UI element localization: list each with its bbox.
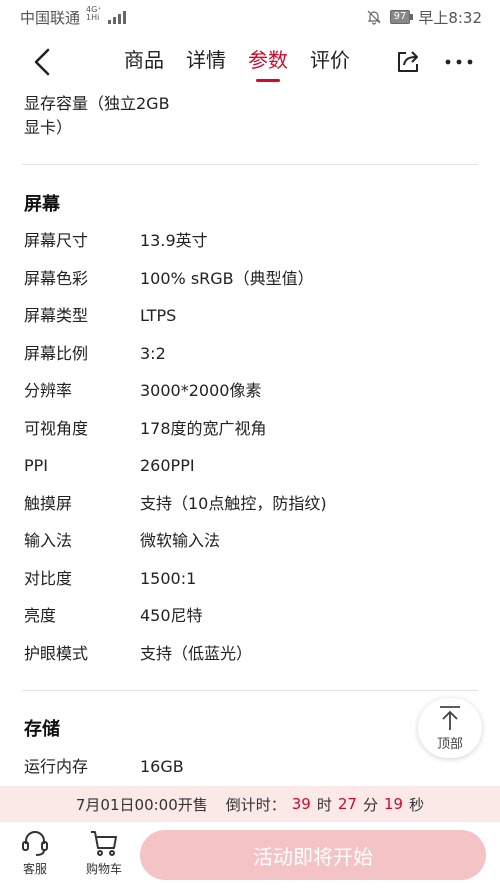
- spec-value: 16GB: [140, 757, 184, 776]
- spec-row: 屏幕色彩 100% sRGB（典型值）: [24, 267, 314, 291]
- spec-row: 亮度 450尼特: [24, 604, 203, 628]
- clock: 早上8:32: [418, 8, 482, 27]
- customer-service-button[interactable]: 客服: [7, 828, 63, 877]
- prev-spec-value: 显存容量（独立2GB 显卡）: [24, 92, 194, 140]
- tab-reviews[interactable]: 评价: [310, 46, 350, 82]
- sale-start-text: 7月01日00:00开售: [75, 795, 208, 814]
- buy-button[interactable]: 活动即将开始: [140, 830, 486, 880]
- spec-row: 运行内存 16GB: [24, 755, 184, 779]
- spec-label: 输入法: [24, 531, 73, 550]
- spec-value: 微软输入法: [140, 531, 221, 550]
- spec-value: 100% sRGB（典型值）: [140, 269, 314, 288]
- countdown-seconds: 19: [383, 795, 404, 813]
- spec-label: 运行内存: [24, 757, 89, 776]
- share-icon[interactable]: [394, 48, 422, 76]
- status-right: 97 早上8:32: [366, 7, 482, 28]
- status-bar: 中国联通 4G⁺ 1Hi 97 早上8:32: [0, 0, 500, 34]
- spec-value: 1500:1: [140, 569, 197, 588]
- divider: [22, 690, 478, 691]
- countdown-minutes-unit: 分: [362, 795, 378, 814]
- countdown-seconds-unit: 秒: [409, 795, 425, 814]
- spec-row: 可视角度 178度的宽广视角: [24, 417, 267, 441]
- spec-row: 屏幕比例 3:2: [24, 342, 166, 366]
- customer-service-label: 客服: [22, 862, 47, 876]
- cart-label: 购物车: [85, 862, 122, 876]
- signal-icon: [107, 10, 126, 24]
- spec-value: 支持（低蓝光）: [140, 644, 253, 663]
- spec-row: 分辨率 3000*2000像素: [24, 379, 261, 403]
- spec-label: 屏幕色彩: [24, 269, 89, 288]
- cart-icon: [91, 831, 117, 856]
- spec-label: PPI: [24, 456, 49, 475]
- cart-button[interactable]: 购物车: [76, 828, 132, 877]
- spec-value: LTPS: [140, 306, 177, 325]
- spec-label: 屏幕尺寸: [24, 231, 89, 250]
- prev-spec-line: 显存容量（独立2GB: [24, 94, 170, 113]
- countdown-hours: 39: [291, 795, 311, 813]
- countdown-hours-unit: 时: [316, 795, 332, 814]
- battery-level: 97: [393, 11, 407, 22]
- spec-label: 屏幕类型: [24, 306, 89, 325]
- prev-spec-line: 显卡）: [24, 118, 73, 137]
- battery-icon: 97: [389, 10, 414, 24]
- spec-label: 屏幕比例: [24, 344, 89, 363]
- spec-row: 触摸屏 支持（10点触控，防指纹): [24, 492, 327, 516]
- divider: [22, 164, 478, 165]
- network-badge: 4G⁺ 1Hi: [86, 6, 102, 22]
- spec-value: 支持（10点触控，防指纹): [140, 494, 327, 513]
- spec-label: 可视角度: [24, 419, 89, 438]
- spec-value: 450尼特: [140, 606, 203, 625]
- nav-header: 商品 详情 参数 评价: [0, 34, 500, 90]
- carrier-label: 中国联通: [20, 8, 81, 27]
- spec-row: PPI 260PPI: [24, 454, 195, 478]
- tab-specs[interactable]: 参数: [248, 46, 288, 82]
- spec-value: 3000*2000像素: [140, 381, 262, 400]
- headset-icon: [22, 831, 48, 856]
- back-to-top-label: 顶部: [436, 736, 463, 752]
- spec-label: 触摸屏: [24, 494, 73, 513]
- bottom-action-bar: 客服 购物车 活动即将开始: [0, 822, 500, 888]
- arrow-up-icon: [440, 705, 460, 730]
- spec-row: 输入法 微软输入法: [24, 529, 220, 553]
- spec-label: 亮度: [24, 606, 57, 625]
- spec-value: 260PPI: [140, 456, 195, 475]
- spec-value: 178度的宽广视角: [140, 419, 267, 438]
- spec-row: 护眼模式 支持（低蓝光）: [24, 642, 252, 666]
- countdown-minutes: 27: [337, 795, 357, 813]
- spec-row: 屏幕类型 LTPS: [24, 304, 176, 328]
- spec-label: 对比度: [24, 569, 73, 588]
- bell-off-icon: [367, 10, 381, 25]
- spec-label: 护眼模式: [24, 644, 89, 663]
- spec-row: 屏幕尺寸 13.9英寸: [24, 229, 208, 253]
- tab-product[interactable]: 商品: [124, 46, 164, 82]
- spec-value: 3:2: [140, 344, 166, 363]
- spec-value: 13.9英寸: [140, 231, 208, 250]
- more-icon[interactable]: [442, 48, 476, 76]
- section-title-storage: 存储: [24, 719, 60, 740]
- spec-label: 分辨率: [24, 381, 73, 400]
- tab-details[interactable]: 详情: [186, 46, 226, 82]
- network-sub: 1Hi: [86, 13, 100, 22]
- countdown-prefix: 倒计时：: [225, 795, 286, 814]
- tab-bar: 商品 详情 参数 评价: [124, 46, 350, 82]
- back-icon[interactable]: [28, 44, 58, 80]
- spec-row: 对比度 1500:1: [24, 567, 196, 591]
- back-to-top-button[interactable]: 顶部: [418, 698, 482, 758]
- section-title-screen: 屏幕: [24, 194, 60, 215]
- sale-countdown-bar: 7月01日00:00开售 倒计时： 39 时 27 分 19 秒: [0, 786, 500, 822]
- status-left: 中国联通 4G⁺ 1Hi: [20, 6, 126, 28]
